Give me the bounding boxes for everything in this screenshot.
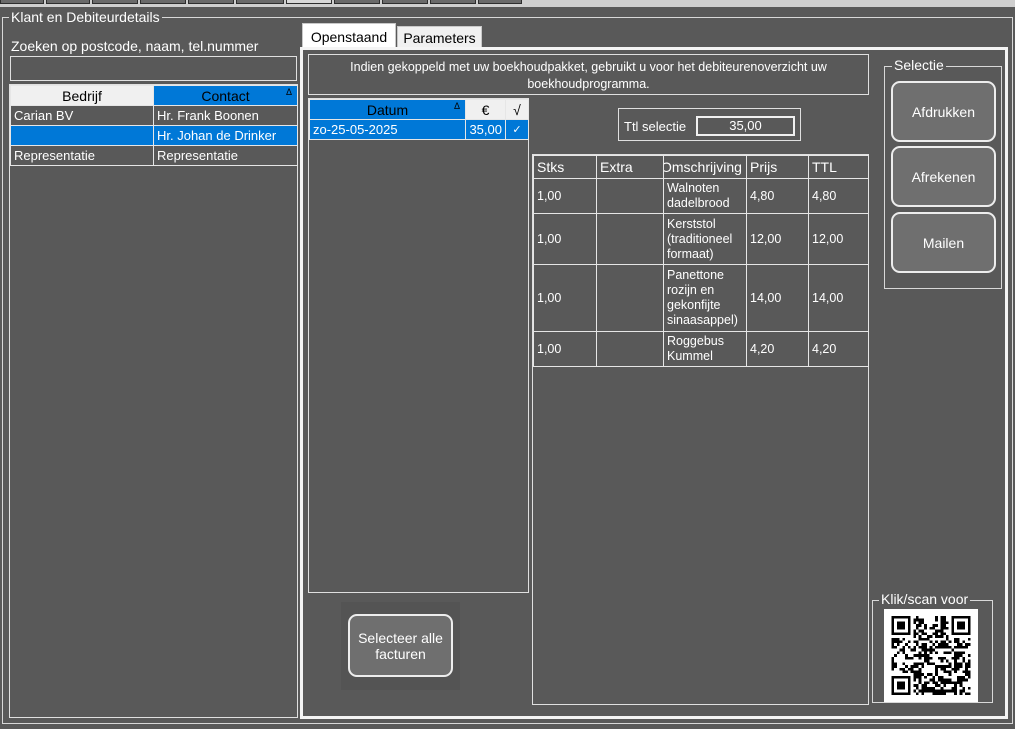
invoice-lines-grid: Stks Extra Omschrijving Prijs TTL 1,00 W… xyxy=(532,154,869,705)
table-row-selected[interactable]: zo-25-05-2025 35,00 ✓ xyxy=(309,119,529,140)
top-tab-stub-active[interactable] xyxy=(286,0,332,4)
table-row[interactable]: Representatie Representatie xyxy=(10,145,298,166)
info-text: Indien gekoppeld met uw boekhoudpakket, … xyxy=(350,60,827,91)
cell-omschrijving[interactable]: Kerststol (traditioneel formaat) xyxy=(663,213,747,265)
table-row[interactable]: 1,00 Kerststol (traditioneel formaat) 12… xyxy=(533,213,869,265)
column-header-datum[interactable]: Datum Δ xyxy=(309,99,466,120)
total-selection-label: Ttl selectie xyxy=(624,119,687,134)
selectie-title: Selectie xyxy=(892,57,946,73)
qr-code-icon[interactable] xyxy=(884,609,978,702)
top-tab-stub[interactable] xyxy=(46,0,90,4)
top-tab-strip xyxy=(0,0,1015,7)
cell-extra[interactable] xyxy=(596,264,664,332)
cell-extra[interactable] xyxy=(596,331,664,367)
cell-bedrag[interactable]: 35,00 xyxy=(465,119,506,140)
table-row[interactable]: 1,00 Roggebus Kummel 4,20 4,20 xyxy=(533,331,869,367)
column-header-extra[interactable]: Extra xyxy=(596,155,664,179)
cell-extra[interactable] xyxy=(596,178,664,214)
cell-extra[interactable] xyxy=(596,213,664,265)
top-tab-stub[interactable] xyxy=(430,0,476,4)
check-icon[interactable]: ✓ xyxy=(505,119,529,140)
cell-stks[interactable]: 1,00 xyxy=(533,178,597,214)
top-tab-stub[interactable] xyxy=(0,0,44,4)
tab-parameters-label: Parameters xyxy=(403,30,476,46)
column-header-bedrag[interactable]: € xyxy=(465,99,506,120)
table-row[interactable]: 1,00 Panettone rozijn en gekonfijte sina… xyxy=(533,264,869,332)
cell-ttl[interactable]: 14,00 xyxy=(808,264,869,332)
qr-code-graphic xyxy=(891,616,971,695)
top-tab-stub[interactable] xyxy=(140,0,186,4)
total-selection-box: Ttl selectie 35,00 xyxy=(618,108,801,141)
tab-parameters[interactable]: Parameters xyxy=(397,26,482,49)
tab-openstaand[interactable]: Openstaand xyxy=(302,23,396,49)
cell-stks[interactable]: 1,00 xyxy=(533,331,597,367)
search-label: Zoeken op postcode, naam, tel.nummer xyxy=(11,38,259,54)
column-header-bedrijf[interactable]: Bedrijf xyxy=(10,85,154,106)
cell-contact[interactable]: Hr. Frank Boonen xyxy=(153,105,298,126)
cell-bedrijf[interactable]: Carian BV xyxy=(10,105,154,126)
cell-ttl[interactable]: 4,20 xyxy=(808,331,869,367)
customer-grid: Bedrijf Contact Δ Carian BV Hr. Frank Boo… xyxy=(9,84,298,718)
cell-datum[interactable]: zo-25-05-2025 xyxy=(309,119,466,140)
cell-prijs[interactable]: 4,80 xyxy=(746,178,809,214)
column-header-ttl[interactable]: TTL xyxy=(808,155,869,179)
cell-omschrijving[interactable]: Panettone rozijn en gekonfijte sinaasapp… xyxy=(663,264,747,332)
info-text-box: Indien gekoppeld met uw boekhoudpakket, … xyxy=(308,54,869,95)
cell-prijs[interactable]: 14,00 xyxy=(746,264,809,332)
table-row[interactable]: Carian BV Hr. Frank Boonen xyxy=(10,105,298,126)
cell-stks[interactable]: 1,00 xyxy=(533,213,597,265)
print-button[interactable]: Afdrukken xyxy=(891,81,996,142)
sort-ascending-icon: Δ xyxy=(285,87,292,97)
mail-button[interactable]: Mailen xyxy=(891,212,996,273)
column-header-omschrijving[interactable]: Omschrijving xyxy=(663,155,747,179)
sort-ascending-icon: Δ xyxy=(453,101,460,111)
cell-bedrijf[interactable] xyxy=(10,125,154,146)
column-header-check[interactable]: √ xyxy=(505,99,529,120)
scan-title: Klik/scan voor xyxy=(879,591,971,607)
column-header-stks[interactable]: Stks xyxy=(533,155,597,179)
cell-omschrijving[interactable]: Roggebus Kummel xyxy=(663,331,747,367)
cell-prijs[interactable]: 4,20 xyxy=(746,331,809,367)
column-header-prijs[interactable]: Prijs xyxy=(746,155,809,179)
tab-openstaand-label: Openstaand xyxy=(310,28,388,45)
cell-ttl[interactable]: 4,80 xyxy=(808,178,869,214)
top-tab-stub[interactable] xyxy=(478,0,522,4)
cell-prijs[interactable]: 12,00 xyxy=(746,213,809,265)
top-tab-stub[interactable] xyxy=(188,0,234,4)
cell-bedrijf[interactable]: Representatie xyxy=(10,145,154,166)
table-row[interactable]: 1,00 Walnoten dadelbrood 4,80 4,80 xyxy=(533,178,869,214)
cell-contact[interactable]: Hr. Johan de Drinker xyxy=(153,125,298,146)
cell-omschrijving[interactable]: Walnoten dadelbrood xyxy=(663,178,747,214)
column-header-contact[interactable]: Contact Δ xyxy=(153,85,298,106)
top-tab-stub[interactable] xyxy=(382,0,428,4)
customer-details-title: Klant en Debiteurdetails xyxy=(9,9,162,25)
invoice-grid: Datum Δ € √ zo-25-05-2025 35,00 ✓ xyxy=(308,98,529,593)
top-tab-stub[interactable] xyxy=(334,0,380,4)
search-input[interactable] xyxy=(10,56,297,81)
table-row-selected[interactable]: Hr. Johan de Drinker xyxy=(10,125,298,146)
checkout-button[interactable]: Afrekenen xyxy=(891,146,996,207)
cell-contact[interactable]: Representatie xyxy=(153,145,298,166)
select-all-invoices-button[interactable]: Selecteer alle facturen xyxy=(348,614,453,677)
top-tab-stub[interactable] xyxy=(236,0,284,4)
top-tab-stub[interactable] xyxy=(92,0,138,4)
cell-ttl[interactable]: 12,00 xyxy=(808,213,869,265)
total-selection-value: 35,00 xyxy=(696,116,795,136)
cell-stks[interactable]: 1,00 xyxy=(533,264,597,332)
